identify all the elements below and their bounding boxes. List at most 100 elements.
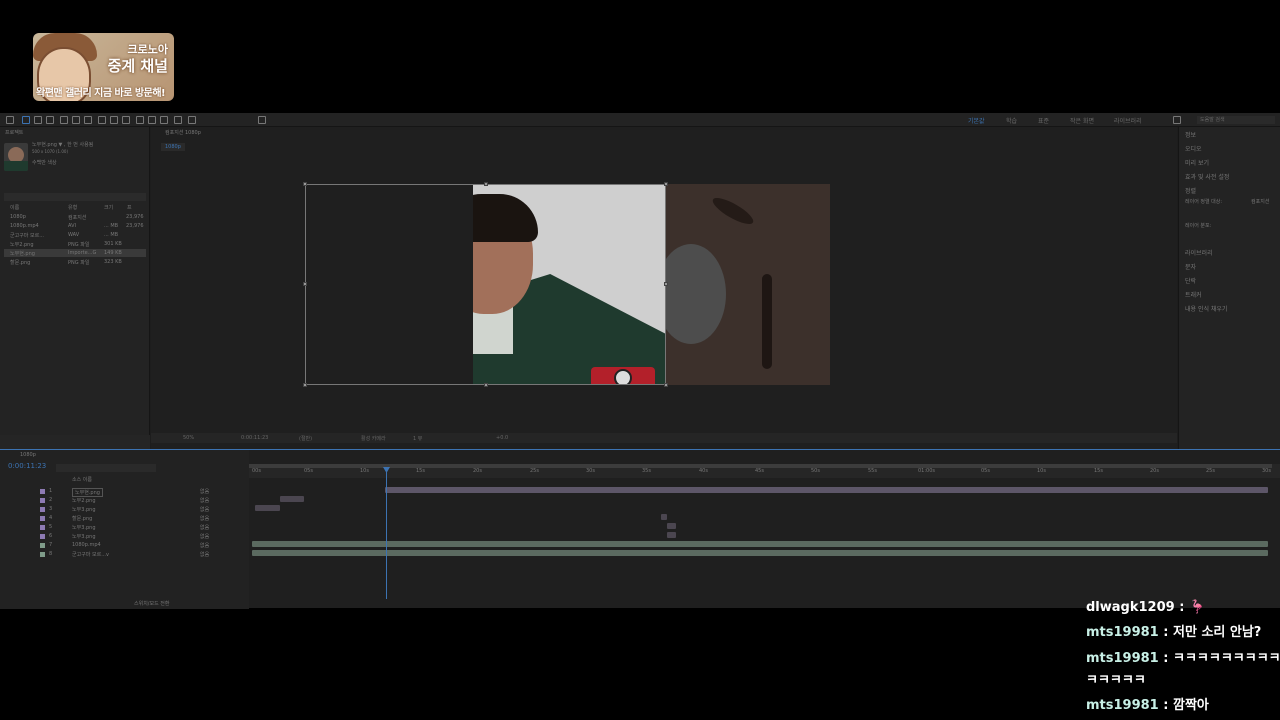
align-target-dropdown[interactable]: 컴포지션	[1251, 198, 1269, 205]
panel-effects-presets[interactable]: 효과 및 사전 설정	[1185, 172, 1229, 181]
transform-handle[interactable]	[303, 282, 307, 286]
toggle-switches-modes[interactable]: 스위치/모드 전환	[134, 600, 169, 607]
layer-bar[interactable]	[255, 505, 280, 511]
brush-tool-icon[interactable]	[136, 116, 144, 124]
chat-message: mts19981 : ㅋㅋㅋㅋㅋㅋㅋㅋㅋ	[1086, 651, 1280, 666]
transform-handle[interactable]	[303, 182, 307, 186]
project-item[interactable]: 군고구마 모르... WAV ... MB	[4, 231, 146, 239]
layer-row[interactable]: 5 노무3.png 없음	[0, 523, 249, 532]
rectangle-tool-icon[interactable]	[98, 116, 106, 124]
workspace-tab-standard[interactable]: 표준	[1038, 116, 1049, 125]
camera-dropdown[interactable]: 활성 카메라	[361, 435, 386, 442]
layer-bar[interactable]	[385, 487, 1268, 493]
selection-tool-icon[interactable]	[22, 116, 30, 124]
ruler-tick: 00s	[252, 468, 261, 474]
layer-row[interactable]: 4 할문.png 없음	[0, 514, 249, 523]
zoom-dropdown[interactable]: 50%	[183, 435, 194, 441]
project-item[interactable]: 할문.png PNG 파일 323 KB	[4, 258, 146, 266]
layer-row[interactable]: 2 노무2.png 없음	[0, 496, 249, 505]
project-search-input[interactable]	[4, 193, 146, 201]
views-dropdown[interactable]: 1 뷰	[413, 435, 422, 442]
layer-row[interactable]: 3 노무3.png 없음	[0, 505, 249, 514]
ruler-tick: 25s	[1206, 468, 1215, 474]
exposure-value[interactable]: +0.0	[496, 435, 508, 441]
camera-tool-icon[interactable]	[72, 116, 80, 124]
roto-brush-tool-icon[interactable]	[174, 116, 182, 124]
tools-toolbar: 기본값 학습 표준 작은 화면 라이브러리 도움말 검색	[0, 113, 1280, 127]
panel-audio[interactable]: 오디오	[1185, 144, 1202, 153]
help-search-input[interactable]: 도움말 검색	[1197, 116, 1275, 124]
pen-tool-icon[interactable]	[110, 116, 118, 124]
ruler-tick: 10s	[1037, 468, 1046, 474]
ruler-tick: 35s	[642, 468, 651, 474]
rotate-tool-icon[interactable]	[60, 116, 68, 124]
panel-character[interactable]: 문자	[1185, 262, 1196, 271]
layer-bar[interactable]	[252, 550, 1268, 556]
transform-handle[interactable]	[664, 282, 668, 286]
current-time-display[interactable]: 0:00:11:23	[241, 435, 268, 441]
layer-row[interactable]: 1 노무현.png 없음	[0, 487, 249, 497]
layer-bar[interactable]	[280, 496, 304, 502]
panel-info[interactable]: 정보	[1185, 130, 1196, 139]
workspace-tab-small-screen[interactable]: 작은 화면	[1070, 116, 1094, 125]
layer-search-input[interactable]	[56, 464, 156, 472]
layer-list: 1080p 0:00:11:23 소스 이름 1 노무현.png 없음 2 노무…	[0, 450, 249, 609]
bg-shape	[666, 244, 726, 344]
col-size[interactable]: 크기	[104, 204, 113, 211]
project-item[interactable]: 노무2.png PNG 파일 301 KB	[4, 240, 146, 248]
panel-libraries[interactable]: 라이브러리	[1185, 248, 1213, 257]
transform-handle[interactable]	[664, 182, 668, 186]
panel-preview[interactable]: 미리 보기	[1185, 158, 1209, 167]
layer-bar[interactable]	[667, 523, 676, 529]
chat-message: dlwagk1209 : 🦩	[1086, 600, 1206, 615]
timeline-tab[interactable]: 1080p	[20, 452, 36, 458]
panel-paragraph[interactable]: 단락	[1185, 276, 1196, 285]
selected-item-name: 노무현.png ▼ , 한 번 사용됨	[32, 142, 94, 148]
layer-bar[interactable]	[661, 514, 667, 520]
panel-tracker[interactable]: 트래커	[1185, 290, 1202, 299]
snapping-icon[interactable]	[258, 116, 266, 124]
project-item[interactable]: 1080p.mp4 AVI ... MB 23,976	[4, 222, 146, 230]
workspace-tab-learn[interactable]: 학습	[1006, 116, 1017, 125]
resolution-dropdown[interactable]: (절반)	[299, 435, 312, 442]
workspace-tab-libraries[interactable]: 라이브러리	[1114, 116, 1142, 125]
layer-bounding-box[interactable]	[305, 184, 666, 385]
comp-tab[interactable]: 컴포지션 1080p	[165, 129, 201, 136]
project-item[interactable]: 1080p 컴포지션 23,976	[4, 213, 146, 221]
pan-behind-tool-icon[interactable]	[84, 116, 92, 124]
ruler-tick: 20s	[1150, 468, 1159, 474]
layer-row[interactable]: 7 1080p.mp4 없음	[0, 541, 249, 550]
time-ruler[interactable]	[249, 464, 1280, 478]
transform-handle[interactable]	[303, 383, 307, 387]
zoom-tool-icon[interactable]	[46, 116, 54, 124]
col-name[interactable]: 이름	[10, 204, 19, 211]
layer-bar[interactable]	[667, 532, 676, 538]
home-icon[interactable]	[6, 116, 14, 124]
comp-breadcrumb[interactable]: 1080p	[161, 143, 185, 151]
timeline-timecode[interactable]: 0:00:11:23	[8, 462, 46, 470]
project-panel-title[interactable]: 프로젝트	[5, 129, 23, 136]
puppet-tool-icon[interactable]	[188, 116, 196, 124]
type-tool-icon[interactable]	[122, 116, 130, 124]
clone-stamp-tool-icon[interactable]	[148, 116, 156, 124]
transform-handle[interactable]	[484, 182, 488, 186]
col-type[interactable]: 유형	[68, 204, 77, 211]
project-item-selected[interactable]: 노무현.png Importe...G 149 KB	[4, 249, 146, 257]
layer-bar[interactable]	[252, 541, 1268, 547]
panel-content-aware-fill[interactable]: 내용 인식 채우기	[1185, 304, 1227, 313]
background-artwork-layer[interactable]	[666, 184, 830, 385]
hand-tool-icon[interactable]	[34, 116, 42, 124]
playhead[interactable]	[386, 470, 387, 599]
ruler-tick: 15s	[416, 468, 425, 474]
workspace-menu-icon[interactable]	[1173, 116, 1181, 124]
transform-handle[interactable]	[484, 383, 488, 387]
right-panels: 정보 오디오 미리 보기 효과 및 사전 설정 정렬 레이어 정렬 대상: 컴포…	[1178, 127, 1280, 449]
eraser-tool-icon[interactable]	[160, 116, 168, 124]
panel-align[interactable]: 정렬	[1185, 186, 1196, 195]
layer-row[interactable]: 8 군고구마 모르...v 없음	[0, 550, 249, 559]
workspace-tab-default[interactable]: 기본값	[968, 116, 985, 125]
col-fps[interactable]: 프	[127, 204, 132, 211]
transform-handle[interactable]	[664, 383, 668, 387]
logo-line2: 중계 채널	[107, 57, 168, 75]
layer-row[interactable]: 6 노무3.png 없음	[0, 532, 249, 541]
